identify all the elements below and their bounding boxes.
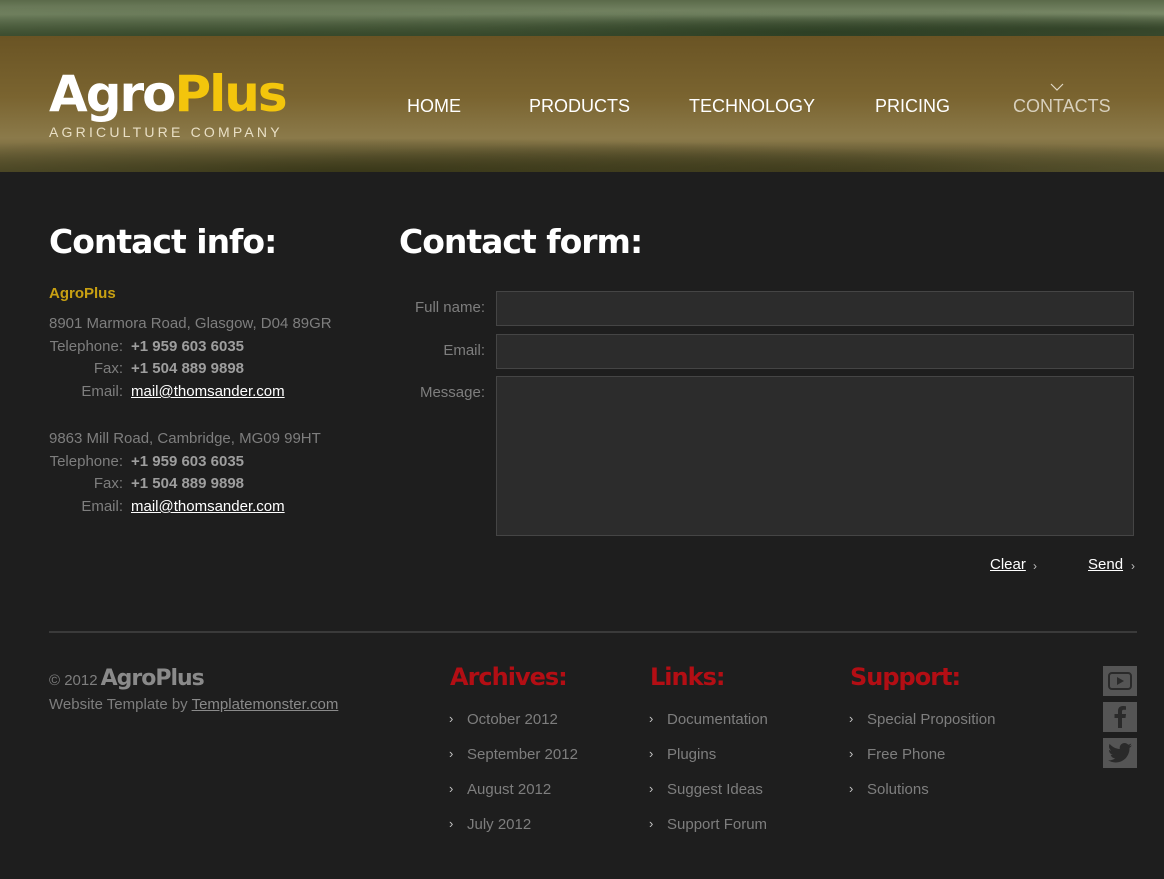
email-label: Email: bbox=[81, 498, 123, 515]
main-nav: HOME PRODUCTS TECHNOLOGY PRICING CONTACT… bbox=[0, 96, 1164, 120]
footer-link-label: Documentation bbox=[667, 711, 768, 728]
support-title: Support: bbox=[850, 663, 961, 691]
footer-link[interactable]: › Suggest Ideas bbox=[649, 781, 763, 798]
archive-link-label: September 2012 bbox=[467, 746, 578, 763]
footer-divider bbox=[49, 631, 1137, 633]
archive-link[interactable]: › October 2012 bbox=[449, 711, 558, 728]
chevron-right-icon: › bbox=[449, 781, 454, 796]
chevron-right-icon: › bbox=[849, 781, 854, 796]
facebook-icon[interactable] bbox=[1103, 702, 1137, 732]
archive-link[interactable]: › August 2012 bbox=[449, 781, 552, 798]
email-link[interactable]: mail@thomsander.com bbox=[131, 498, 285, 515]
fax-value: +1 504 889 9898 bbox=[131, 360, 245, 377]
email-row: Email: mail@thomsander.com bbox=[0, 498, 400, 518]
footer-link[interactable]: › Documentation bbox=[649, 711, 768, 728]
message-label: Message: bbox=[419, 384, 485, 401]
chevron-right-icon: › bbox=[649, 816, 654, 831]
office-address: 8901 Marmora Road, Glasgow, D04 89GR bbox=[49, 315, 332, 332]
telephone-label: Telephone: bbox=[49, 453, 123, 470]
send-chevron-icon: › bbox=[1131, 559, 1135, 573]
fax-label: Fax: bbox=[93, 475, 123, 492]
archive-link[interactable]: › September 2012 bbox=[449, 746, 578, 763]
email-input[interactable] bbox=[496, 334, 1134, 369]
nav-item-contacts[interactable]: CONTACTS bbox=[1013, 96, 1111, 117]
office-address: 9863 Mill Road, Cambridge, MG09 99HT bbox=[49, 430, 321, 447]
archive-link[interactable]: › July 2012 bbox=[449, 816, 532, 833]
message-textarea[interactable] bbox=[496, 376, 1134, 536]
support-link[interactable]: › Solutions bbox=[849, 781, 929, 798]
youtube-glyph-icon bbox=[1108, 672, 1132, 690]
footer-link-label: Support Forum bbox=[667, 816, 768, 833]
support-link[interactable]: › Special Proposition bbox=[849, 711, 996, 728]
footer-link-label: Suggest Ideas bbox=[667, 781, 763, 798]
support-link-label: Free Phone bbox=[867, 746, 946, 763]
fax-row: Fax: +1 504 889 9898 bbox=[0, 475, 400, 495]
send-button[interactable]: Send bbox=[1088, 556, 1123, 573]
chevron-right-icon: › bbox=[449, 816, 454, 831]
copyright: © 2012 AgroPlus bbox=[49, 666, 205, 691]
credit-link[interactable]: Templatemonster.com bbox=[192, 696, 339, 713]
telephone-value: +1 959 603 6035 bbox=[131, 453, 245, 470]
nav-item-technology[interactable]: TECHNOLOGY bbox=[689, 96, 815, 117]
chevron-right-icon: › bbox=[649, 746, 654, 761]
logo-tagline: AGRICULTURE COMPANY bbox=[49, 124, 283, 140]
twitter-icon[interactable] bbox=[1103, 738, 1137, 768]
footer-link-label: Plugins bbox=[667, 746, 717, 763]
clear-button[interactable]: Clear bbox=[990, 556, 1026, 573]
chevron-right-icon: › bbox=[449, 746, 454, 761]
facebook-glyph-icon bbox=[1114, 706, 1126, 728]
active-nav-caret-icon bbox=[1050, 83, 1064, 91]
hero-image-strip bbox=[0, 0, 1164, 36]
nav-item-products[interactable]: PRODUCTS bbox=[529, 96, 630, 117]
copyright-year: © 2012 bbox=[49, 672, 98, 689]
twitter-glyph-icon bbox=[1108, 743, 1132, 763]
chevron-right-icon: › bbox=[849, 746, 854, 761]
chevron-right-icon: › bbox=[649, 711, 654, 726]
archive-link-label: August 2012 bbox=[467, 781, 552, 798]
fax-row: Fax: +1 504 889 9898 bbox=[0, 360, 400, 380]
fax-value: +1 504 889 9898 bbox=[131, 475, 245, 492]
chevron-right-icon: › bbox=[649, 781, 654, 796]
nav-item-pricing[interactable]: PRICING bbox=[875, 96, 950, 117]
full-name-input[interactable] bbox=[496, 291, 1134, 326]
support-link-label: Special Proposition bbox=[867, 711, 996, 728]
template-credit: Website Template by Templatemonster.com bbox=[49, 696, 338, 713]
footer-link[interactable]: › Support Forum bbox=[649, 816, 768, 833]
chevron-right-icon: › bbox=[849, 711, 854, 726]
chevron-right-icon: › bbox=[449, 711, 454, 726]
full-name-label: Full name: bbox=[414, 299, 485, 316]
site-header: AgroPlus AGRICULTURE COMPANY HOME PRODUC… bbox=[0, 36, 1164, 172]
contact-info-title: Contact info: bbox=[49, 222, 277, 261]
archive-link-label: October 2012 bbox=[467, 711, 558, 728]
clear-chevron-icon: › bbox=[1033, 559, 1037, 573]
footer-brand: AgroPlus bbox=[100, 666, 205, 691]
links-title: Links: bbox=[650, 663, 725, 691]
contact-form-title: Contact form: bbox=[399, 222, 643, 261]
archive-link-label: July 2012 bbox=[467, 816, 532, 833]
youtube-icon[interactable] bbox=[1103, 666, 1137, 696]
support-link[interactable]: › Free Phone bbox=[849, 746, 946, 763]
email-field-label: Email: bbox=[443, 342, 485, 359]
telephone-row: Telephone: +1 959 603 6035 bbox=[0, 453, 400, 473]
footer-link[interactable]: › Plugins bbox=[649, 746, 717, 763]
support-link-label: Solutions bbox=[867, 781, 929, 798]
archives-title: Archives: bbox=[450, 663, 568, 691]
credit-prefix: Website Template by bbox=[49, 696, 188, 713]
fax-label: Fax: bbox=[93, 360, 123, 377]
nav-item-home[interactable]: HOME bbox=[407, 96, 461, 117]
